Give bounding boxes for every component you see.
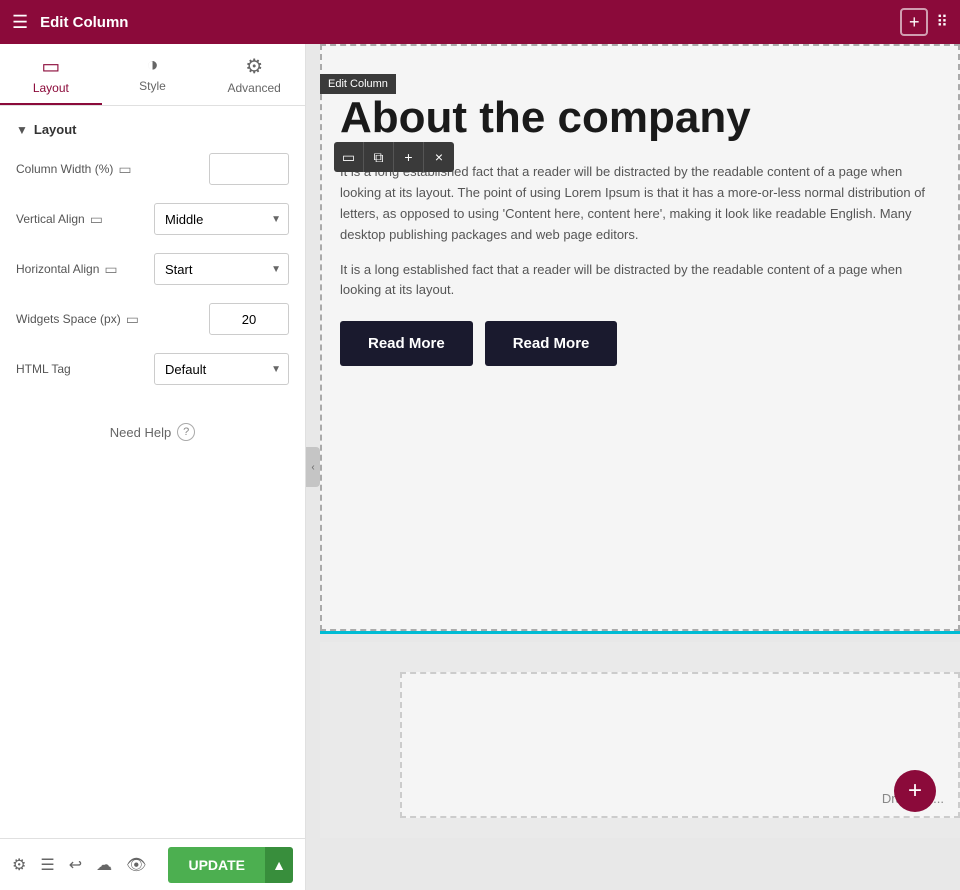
column-width-row: Column Width (%) ▭ (16, 153, 289, 185)
top-bar: ☰ Edit Column + ⠿ (0, 0, 960, 44)
widget-placeholder: Drag wid... (400, 672, 960, 818)
edit-column-duplicate-icon[interactable]: ⧉ (364, 142, 394, 172)
read-more-button-2[interactable]: Read More (485, 321, 618, 366)
content-section: ▭ ⧉ + × Edit Column About the company It… (320, 44, 960, 634)
bottom-canvas-section: Drag wid... + (320, 642, 960, 838)
settings-icon[interactable]: ⚙ (12, 855, 26, 875)
top-bar-right: + ⠿ (900, 8, 948, 36)
column-width-control (209, 153, 289, 185)
column-width-input[interactable] (209, 153, 289, 185)
left-panel: ▭ Layout ◑ Style ⚙ Advanced ▼ Layout (0, 44, 306, 890)
eye-icon[interactable]: 👁 (126, 855, 146, 875)
column-width-label: Column Width (%) ▭ (16, 161, 209, 178)
html-tag-select[interactable]: Default div section article (154, 353, 289, 385)
style-tab-icon: ◑ (146, 54, 158, 77)
layers-icon[interactable]: ☰ (40, 855, 54, 875)
need-help[interactable]: Need Help ? (16, 403, 289, 461)
need-help-label: Need Help (110, 425, 171, 440)
top-drag-icon[interactable]: ⠿ (936, 12, 948, 32)
widgets-space-input[interactable] (209, 303, 289, 335)
style-tab-label: Style (139, 79, 166, 93)
horizontal-align-control: Start Center End ▼ (154, 253, 289, 285)
horizontal-align-select[interactable]: Start Center End (154, 253, 289, 285)
buttons-row: Read More Read More (340, 321, 940, 366)
widgets-space-row: Widgets Space (px) ▭ (16, 303, 289, 335)
main-area: ▭ Layout ◑ Style ⚙ Advanced ▼ Layout (0, 44, 960, 890)
column-width-label-text: Column Width (%) (16, 162, 113, 176)
horizontal-align-row: Horizontal Align ▭ Start Center End ▼ (16, 253, 289, 285)
bottom-toolbar-right: UPDATE ▲ (168, 847, 293, 883)
read-more-button-1[interactable]: Read More (340, 321, 473, 366)
add-widget-fab[interactable]: + (894, 770, 936, 812)
undo-icon[interactable]: ↩ (69, 855, 82, 875)
monitor-icon-widgets: ▭ (126, 311, 139, 328)
tab-style[interactable]: ◑ Style (102, 44, 204, 105)
monitor-icon-valign: ▭ (90, 211, 103, 228)
layout-tab-label: Layout (33, 81, 69, 95)
monitor-icon-halign: ▭ (104, 261, 117, 278)
widgets-space-control (209, 303, 289, 335)
advanced-tab-label: Advanced (227, 81, 280, 95)
edit-column-label: Edit Column (320, 74, 396, 94)
update-button[interactable]: UPDATE (168, 847, 265, 883)
section-label: Layout (34, 122, 77, 137)
advanced-tab-icon: ⚙ (245, 54, 263, 79)
layout-section-header: ▼ Layout (16, 122, 289, 137)
edit-column-add-icon[interactable]: + (394, 142, 424, 172)
collapse-handle[interactable]: ‹ (306, 447, 320, 487)
help-icon: ? (177, 423, 195, 441)
top-bar-left: ☰ Edit Column (12, 12, 128, 33)
section-collapse-icon[interactable]: ▼ (16, 123, 28, 137)
about-title: About the company (340, 94, 940, 142)
about-content: About the company It is a long establish… (320, 44, 960, 386)
update-arrow-button[interactable]: ▲ (265, 847, 293, 883)
edit-column-toolbar: ▭ ⧉ + × (334, 142, 454, 172)
about-paragraph-2: It is a long established fact that a rea… (340, 260, 940, 302)
tab-advanced[interactable]: ⚙ Advanced (203, 44, 305, 105)
widgets-space-label: Widgets Space (px) ▭ (16, 311, 209, 328)
top-bar-title: Edit Column (40, 14, 128, 31)
tab-layout[interactable]: ▭ Layout (0, 44, 102, 105)
canvas-area: ‹ ▭ ⧉ + × Edit Column About the company … (306, 44, 960, 890)
widgets-space-label-text: Widgets Space (px) (16, 312, 121, 326)
history-icon[interactable]: ☁ (96, 855, 112, 875)
html-tag-row: HTML Tag Default div section article ▼ (16, 353, 289, 385)
horizontal-align-label: Horizontal Align ▭ (16, 261, 154, 278)
horizontal-align-label-text: Horizontal Align (16, 262, 99, 276)
top-plus-button[interactable]: + (900, 8, 928, 36)
panel-content: ▼ Layout Column Width (%) ▭ Vertical Ali… (0, 106, 305, 838)
edit-column-move-icon[interactable]: ▭ (334, 142, 364, 172)
vertical-align-row: Vertical Align ▭ Top Middle Bottom ▼ (16, 203, 289, 235)
bottom-toolbar: ⚙ ☰ ↩ ☁ 👁 UPDATE ▲ (0, 838, 305, 890)
layout-tab-icon: ▭ (41, 54, 60, 79)
vertical-align-control: Top Middle Bottom ▼ (154, 203, 289, 235)
about-paragraph-1: It is a long established fact that a rea… (340, 162, 940, 245)
edit-column-close-icon[interactable]: × (424, 142, 454, 172)
vertical-align-label-text: Vertical Align (16, 212, 85, 226)
hamburger-icon[interactable]: ☰ (12, 12, 28, 33)
bottom-toolbar-left: ⚙ ☰ ↩ ☁ 👁 (12, 855, 146, 875)
html-tag-control: Default div section article ▼ (154, 353, 289, 385)
monitor-icon-width: ▭ (118, 161, 131, 178)
vertical-align-label: Vertical Align ▭ (16, 211, 154, 228)
vertical-align-select[interactable]: Top Middle Bottom (154, 203, 289, 235)
tabs: ▭ Layout ◑ Style ⚙ Advanced (0, 44, 305, 106)
html-tag-label-text: HTML Tag (16, 362, 71, 376)
html-tag-label: HTML Tag (16, 362, 154, 376)
